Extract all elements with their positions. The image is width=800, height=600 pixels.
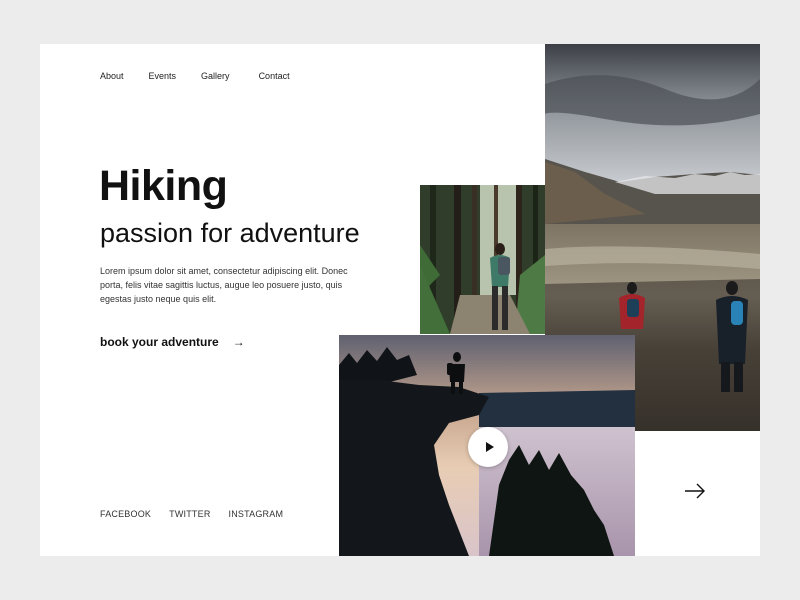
arrow-right-icon: → bbox=[232, 335, 245, 349]
nav-item-about[interactable]: About bbox=[100, 71, 124, 81]
social-link-twitter[interactable]: TWITTER bbox=[169, 509, 210, 519]
next-slide-arrow-icon[interactable] bbox=[684, 482, 706, 500]
book-adventure-label: book your adventure bbox=[100, 335, 219, 349]
nav-item-events[interactable]: Events bbox=[149, 71, 177, 81]
hero-title: Hiking bbox=[99, 162, 228, 210]
social-links: FACEBOOK TWITTER INSTAGRAM bbox=[100, 509, 283, 519]
top-nav: About Events Gallery Contact bbox=[100, 71, 290, 81]
play-video-button[interactable] bbox=[468, 427, 508, 467]
social-link-instagram[interactable]: INSTAGRAM bbox=[229, 509, 284, 519]
hero-card: About Events Gallery Contact Hiking pass… bbox=[40, 44, 760, 556]
nav-item-gallery[interactable]: Gallery bbox=[201, 71, 230, 81]
nav-item-contact[interactable]: Contact bbox=[259, 71, 290, 81]
social-link-facebook[interactable]: FACEBOOK bbox=[100, 509, 151, 519]
hero-subtitle: passion for adventure bbox=[100, 218, 360, 248]
book-adventure-link[interactable]: book your adventure → bbox=[100, 335, 245, 349]
hero-description: Lorem ipsum dolor sit amet, consectetur … bbox=[100, 266, 348, 304]
forest-trail-photo bbox=[420, 185, 545, 334]
play-icon bbox=[485, 442, 494, 452]
